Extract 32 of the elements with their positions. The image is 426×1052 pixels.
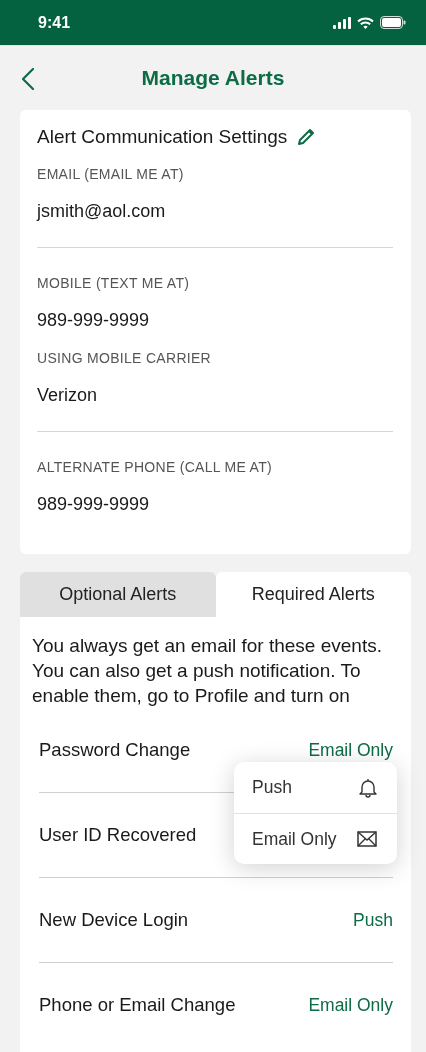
alert-option-link[interactable]: Email Only	[308, 994, 393, 1016]
wifi-icon	[357, 16, 374, 29]
card-title: Alert Communication Settings	[37, 126, 288, 148]
status-time: 9:41	[38, 13, 71, 32]
menu-item[interactable]: Push	[234, 762, 397, 813]
alert-name: New Device Login	[39, 909, 189, 931]
edit-button[interactable]	[297, 128, 316, 146]
field-value: Verizon	[37, 385, 99, 406]
field-value: 989-999-9999	[37, 494, 151, 515]
description-text: You always get an email for these events. You can also get a push notification. To enable them, go to Profile and turn on	[32, 634, 383, 708]
tab[interactable]: Required Alerts	[215, 572, 411, 617]
field-label: ALTERNATE PHONE (CALL ME AT)	[37, 459, 274, 475]
tab[interactable]: Optional Alerts	[20, 572, 216, 617]
menu-item[interactable]: Email Only	[234, 813, 397, 864]
alert-option-link[interactable]: Push	[353, 909, 393, 931]
field-label: USING MOBILE CARRIER	[37, 350, 213, 366]
envelope-icon	[357, 831, 377, 847]
alert-option-link[interactable]: Email Only	[308, 739, 393, 761]
field-value: jsmith@aol.com	[37, 201, 167, 222]
bell-icon	[359, 777, 377, 798]
battery-icon	[380, 16, 406, 29]
alert-name: Phone or Email Change	[39, 994, 236, 1016]
pencil-icon	[297, 128, 316, 146]
field-value: 989-999-9999	[37, 310, 151, 331]
field-label: MOBILE (TEXT ME AT)	[37, 275, 191, 291]
alert-name: User ID Recovered	[39, 824, 197, 846]
back-button[interactable]	[20, 67, 36, 91]
signal-icon	[333, 16, 351, 29]
chevron-left-icon	[22, 68, 34, 90]
page-title: Manage Alerts	[141, 66, 285, 90]
field-label: EMAIL (EMAIL ME AT)	[37, 166, 185, 182]
alert-name: Password Change	[39, 739, 191, 761]
